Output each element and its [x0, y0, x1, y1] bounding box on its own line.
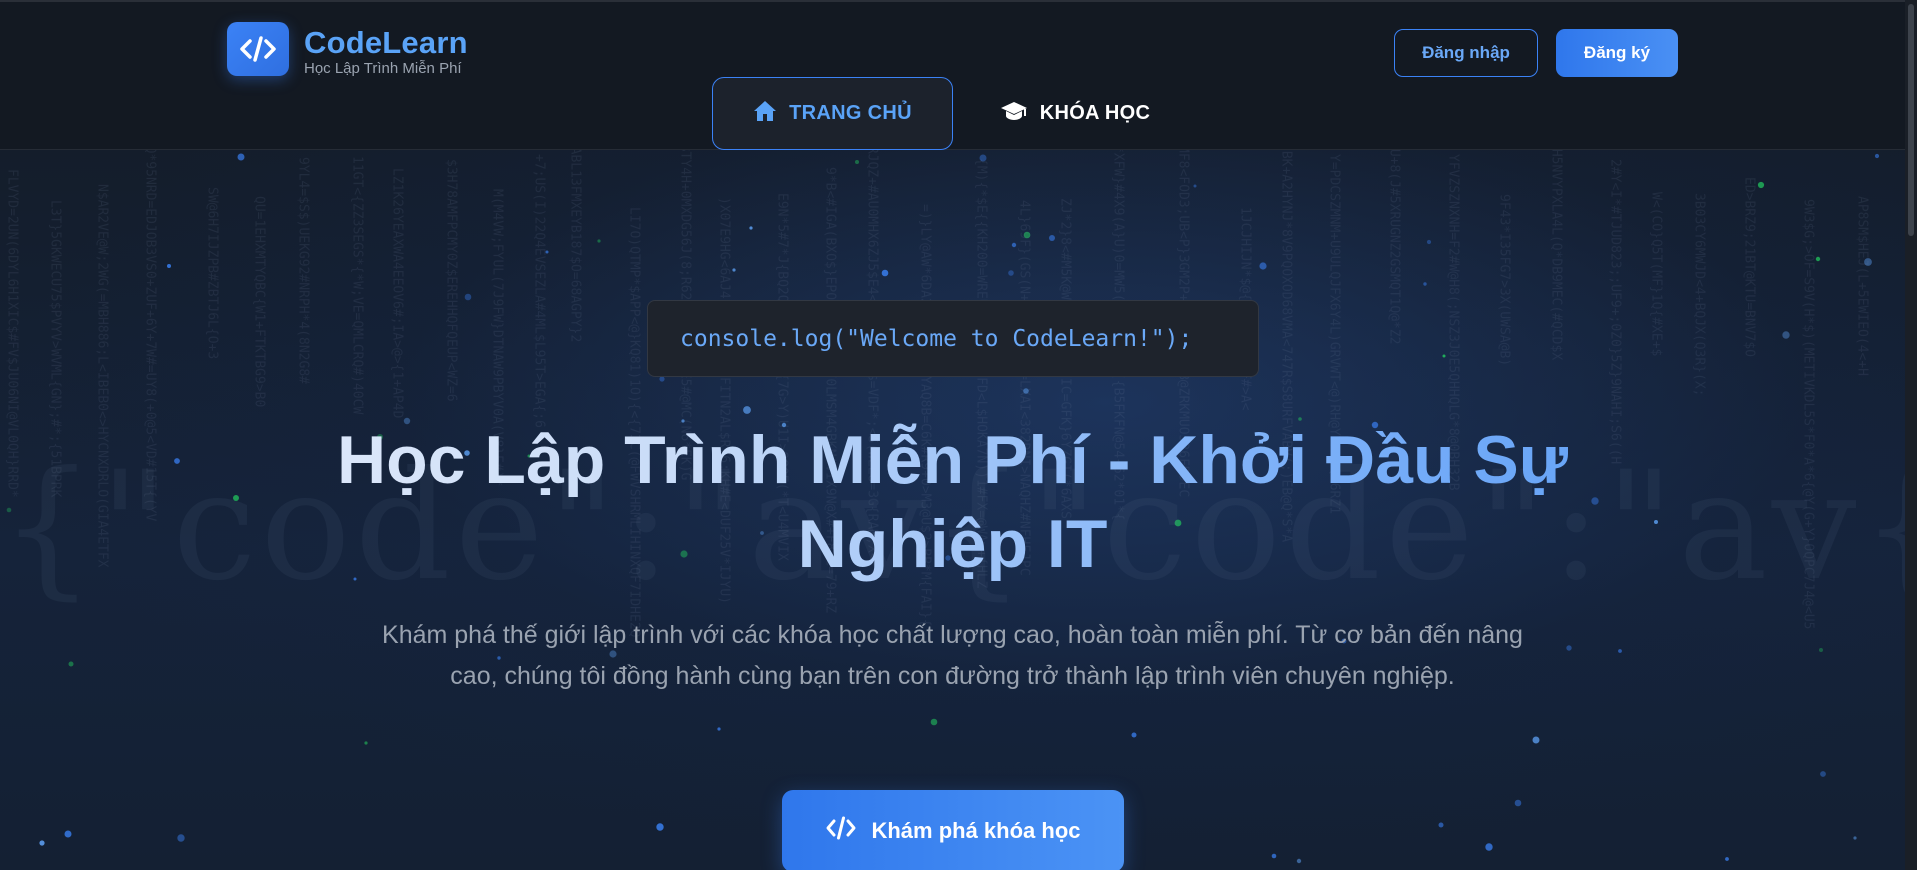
code-rain-column: 3B03CY6MWJD<4+BQJX(Q3R}(X; — [1692, 193, 1707, 397]
glow-dot — [743, 406, 751, 414]
nav-tab-home-label: TRANG CHỦ — [789, 102, 912, 124]
glow-dot — [64, 830, 72, 838]
logo-subtitle: Học Lập Trình Miễn Phí — [304, 60, 462, 77]
glow-dot — [656, 823, 664, 831]
glow-dot — [732, 268, 736, 272]
glow-dot — [717, 727, 721, 731]
glow-dot — [167, 264, 171, 268]
code-rain-column: ED>BRZ9;21BT@KTU=BNV7$O — [1742, 177, 1757, 357]
home-icon — [753, 100, 777, 128]
glow-dot — [881, 269, 889, 277]
glow-dot — [1008, 270, 1014, 276]
glow-dot — [597, 239, 601, 243]
code-rain-column: +7;US(I)22Q4EVSEZLA#4ML$L95T>EGA{;6 — [532, 154, 547, 428]
code-icon — [825, 815, 857, 847]
glow-dot — [464, 293, 472, 301]
glow-dot — [1131, 732, 1137, 738]
logo[interactable]: CodeLearn Học Lập Trình Miễn Phí — [227, 22, 468, 78]
glow-dot — [979, 154, 987, 162]
glow-dot — [1259, 262, 1267, 270]
glow-dot — [1853, 836, 1857, 840]
glow-dot — [749, 226, 753, 230]
nav-tab-home[interactable]: TRANG CHỦ — [712, 77, 953, 150]
code-rain-column: SW@6H7IJZPB#ZBTJ6L{O+3 — [205, 187, 220, 359]
site-header: CodeLearn Học Lập Trình Miễn Phí Đăng nh… — [0, 0, 1917, 150]
glow-dot — [1023, 231, 1031, 239]
code-rain-column: 9YL4=$S$)UEKG92#NRPH*4(8N2G8# — [296, 157, 311, 384]
code-rain-column: QU=1EHXMTYQBC{W1+FTKTBG9>B0 — [252, 196, 267, 407]
nav-tab-courses-label: KHÓA HỌC — [1039, 102, 1151, 124]
code-rain-column: $3H78AMFPCMY0Z$EREHHQFQEUP<WZ=6 — [444, 159, 459, 402]
glow-dot — [364, 741, 368, 745]
glow-dot — [1782, 331, 1790, 339]
glow-dot — [237, 153, 245, 161]
code-rain-column: FU+8(J#5XRUGNZ2GSMQT1Q@*Z2 — [1387, 150, 1402, 345]
glow-dot — [1566, 645, 1572, 651]
glow-dot — [1757, 181, 1765, 189]
glow-dot — [1864, 258, 1872, 266]
code-icon — [227, 22, 289, 76]
code-rain-column: 11GT<{ZZ3SEGS*{*W;VE=QMLCRQ#)40CW — [350, 156, 365, 414]
glow-dot — [659, 376, 665, 382]
graduation-cap-icon — [1000, 100, 1028, 128]
glow-dot — [855, 160, 859, 164]
glow-dot — [545, 250, 549, 254]
glow-dot — [1485, 843, 1493, 851]
hero-section: FLVYD=2UN(6DYL6H1XIC$#FV$JU06NI@VL0QH}RR… — [0, 150, 1905, 870]
login-button[interactable]: Đăng nhập — [1394, 29, 1538, 77]
glow-dot — [1442, 354, 1446, 358]
hero-title: Học Lập Trình Miễn Phí - Khởi Đầu Sự Ngh… — [260, 418, 1645, 586]
glow-dot — [1011, 242, 1017, 248]
glow-dot — [1725, 857, 1729, 861]
explore-courses-button[interactable]: Khám phá khóa học — [782, 790, 1124, 870]
glow-dot — [39, 840, 45, 846]
glow-dot — [1618, 649, 1622, 653]
glow-dot — [1532, 736, 1540, 744]
code-rain-column: LZ1K26YEAXWA4EEOV6#;IA>@>{1+AP4D — [390, 168, 405, 419]
register-button[interactable]: Đăng ký — [1556, 29, 1678, 77]
glow-dot — [1438, 822, 1444, 828]
glow-dot — [1049, 235, 1055, 241]
glow-dot — [1193, 184, 1197, 188]
glow-dot — [1514, 799, 1522, 807]
code-rain-column: AP8SM$HEJ(L+5EWIEO(4<+H — [1855, 196, 1870, 376]
code-rain-column: XH5NVYPXLA4L(Q*DB9MEC(#QCD$X — [1549, 150, 1564, 360]
glow-dot — [177, 834, 185, 842]
glow-dot — [1271, 853, 1277, 859]
glow-dot — [1815, 256, 1821, 262]
code-snippet: console.log("Welcome to CodeLearn!"); — [647, 300, 1259, 377]
glow-dot — [68, 661, 74, 667]
glow-dot — [1874, 153, 1880, 159]
scrollbar-thumb[interactable] — [1908, 4, 1914, 236]
glow-dot — [1023, 388, 1029, 394]
glow-dot — [1423, 282, 1427, 286]
code-rain-column: W<(CO}Q5T(MF}1Q{#XE+$ — [1649, 192, 1664, 357]
glow-dot — [1296, 858, 1302, 864]
code-rain-column: O@ABL13FMXEYB187$O=68AGPY}2 — [568, 150, 583, 342]
nav-tab-courses[interactable]: KHÓA HỌC — [985, 77, 1165, 150]
glow-dot — [1819, 648, 1823, 652]
explore-courses-label: Khám phá khóa học — [871, 818, 1081, 843]
logo-title: CodeLearn — [304, 25, 468, 60]
glow-dot — [1426, 239, 1432, 245]
code-rain-column: 9F43*I35FG7>3X(UWSA@B) — [1497, 194, 1512, 366]
page-scrollbar[interactable] — [1905, 0, 1917, 870]
glow-dot — [930, 718, 938, 726]
hero-description: Khám phá thế giới lập trình với các khóa… — [382, 621, 1523, 690]
glow-dot — [1820, 771, 1826, 777]
